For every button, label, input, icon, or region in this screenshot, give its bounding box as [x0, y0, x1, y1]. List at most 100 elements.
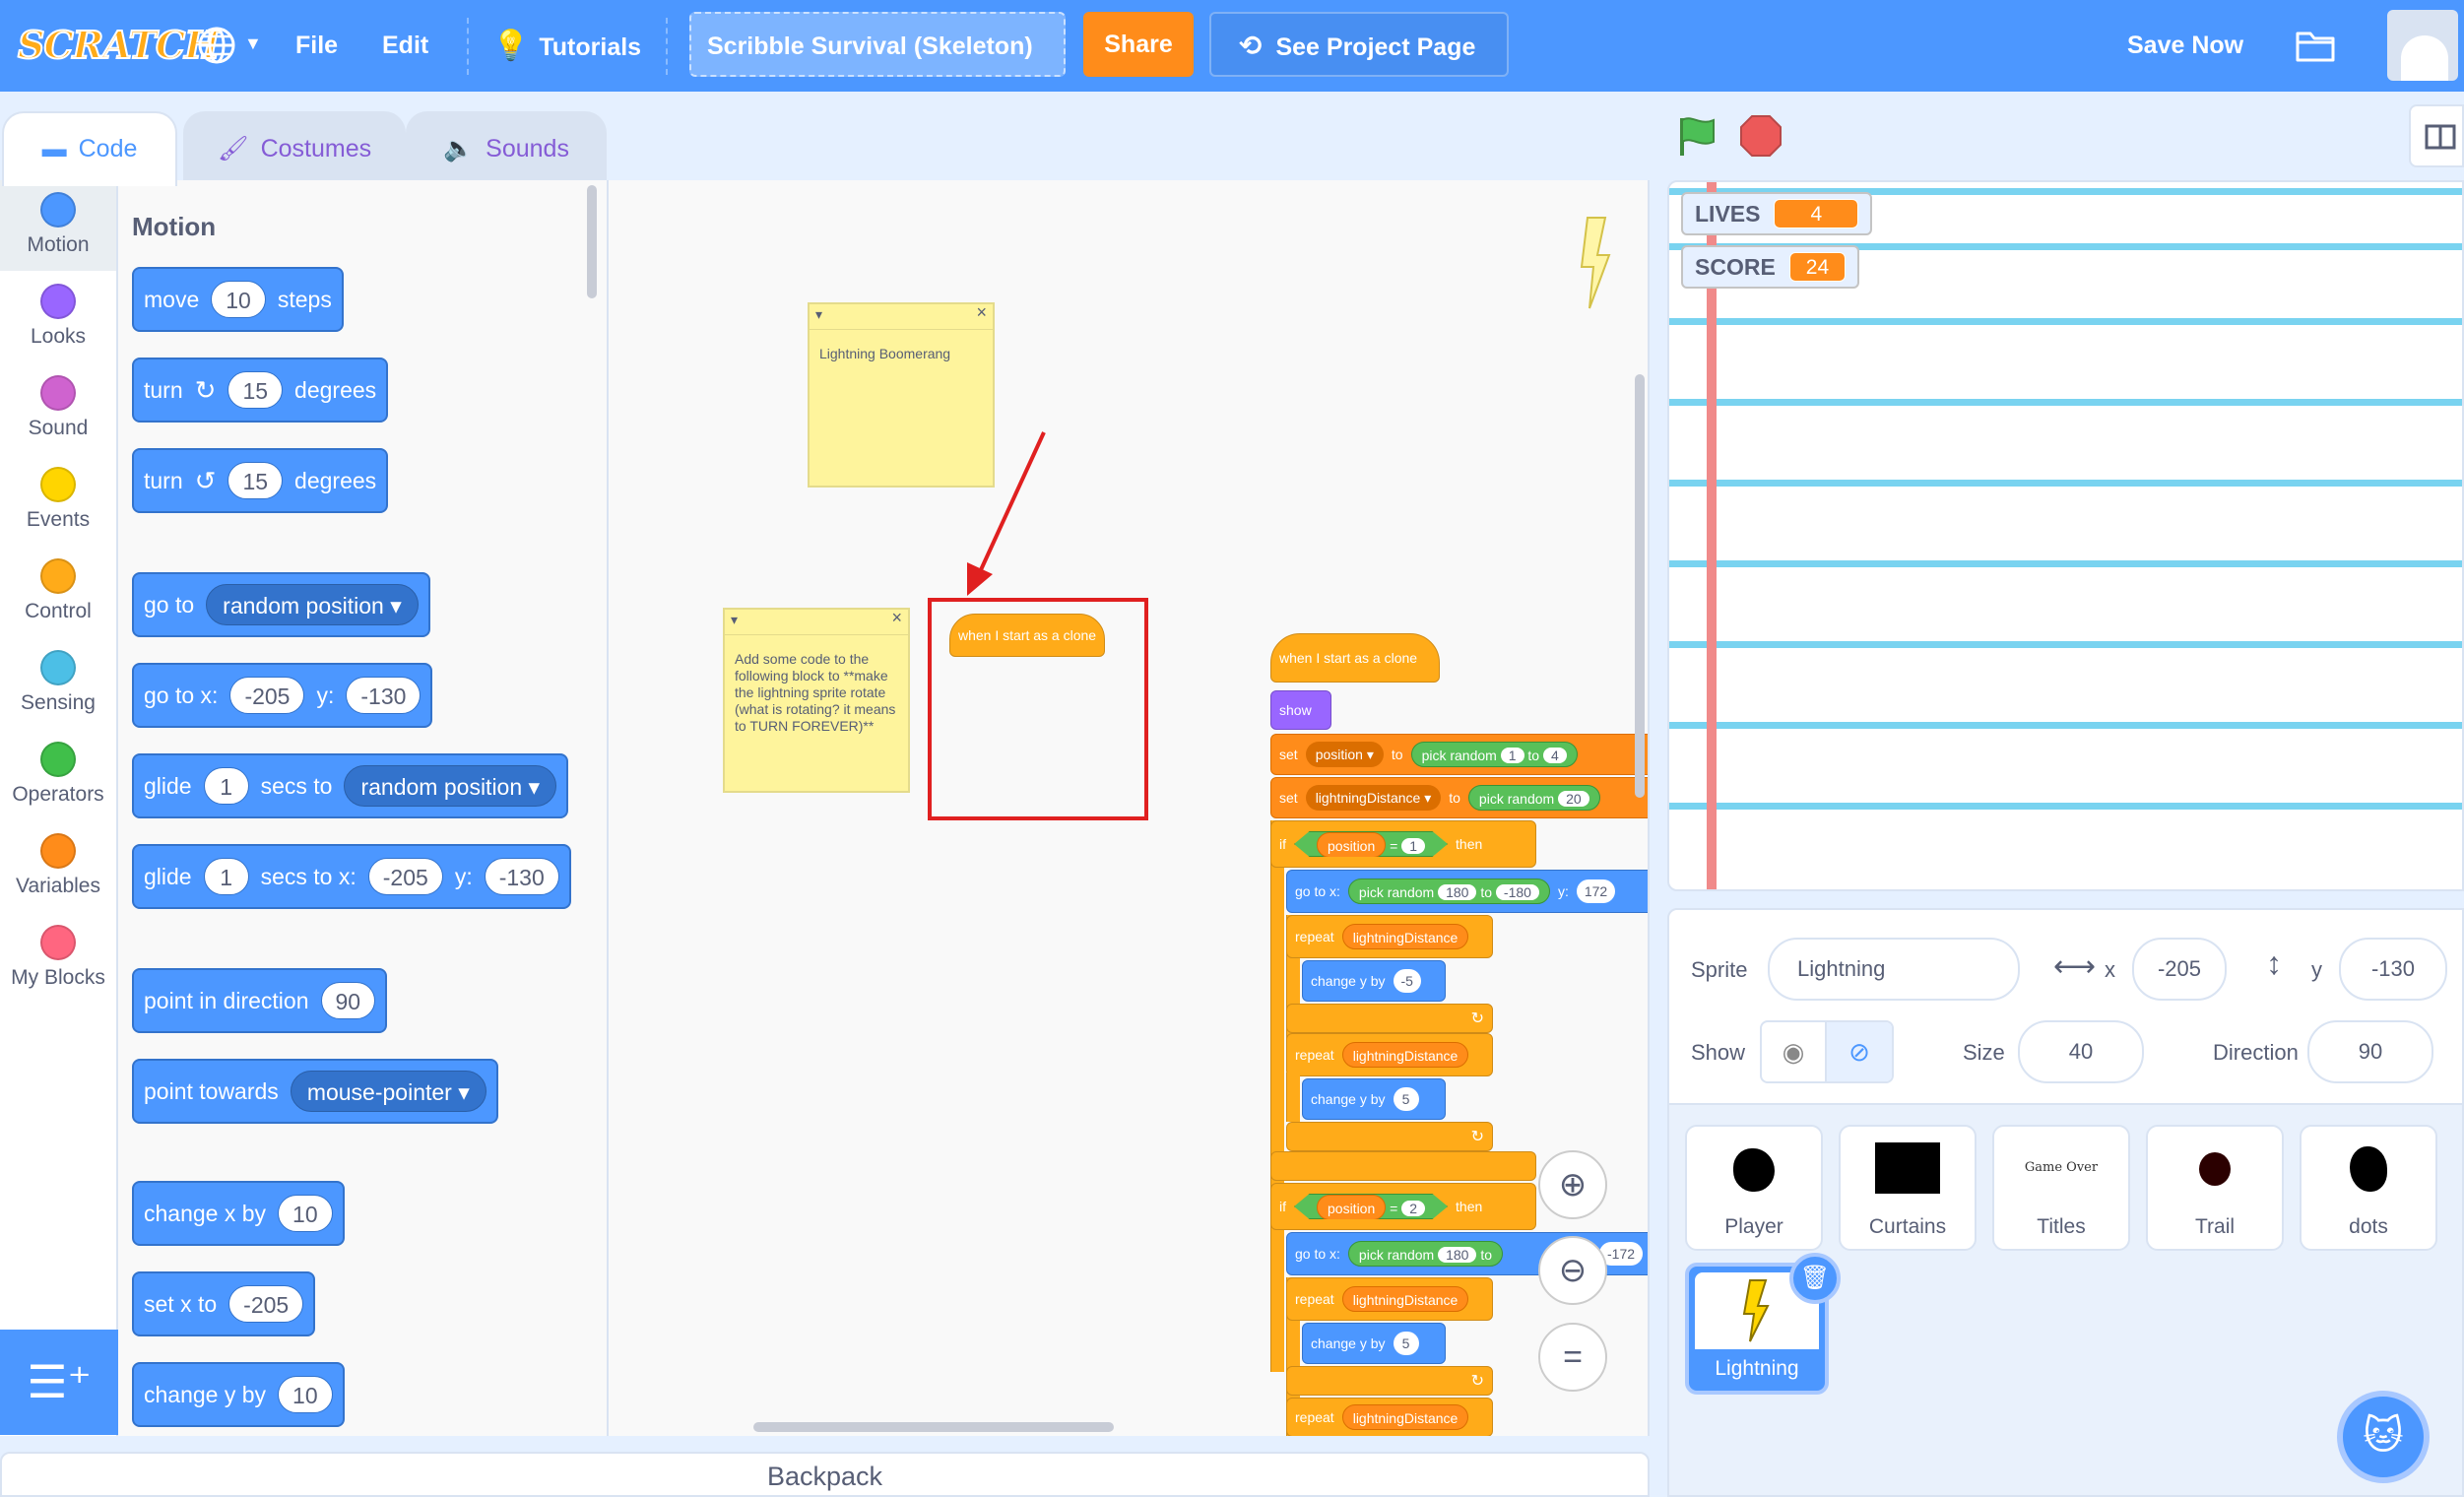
code-workspace[interactable]: ▾ × Lightning Boomerang ▾ × Add some cod… [609, 180, 1650, 1436]
block-input[interactable]: 10 [278, 1376, 333, 1413]
category-control[interactable]: Control [0, 547, 116, 637]
block-input[interactable]: 1 [1401, 838, 1426, 854]
go-to-xy-block[interactable]: go to x: pick random 180 to -180 y: 172 [1286, 870, 1648, 913]
backpack[interactable]: Backpack [0, 1452, 1650, 1497]
category-sound[interactable]: Sound [0, 363, 116, 454]
direction-input[interactable]: 90 [2307, 1020, 2433, 1083]
edit-menu[interactable]: Edit [382, 0, 428, 92]
equals-operator[interactable]: position = 1 [1294, 831, 1449, 857]
stop-button[interactable] [1739, 114, 1783, 158]
file-menu[interactable]: File [295, 0, 338, 92]
block-input[interactable]: 5 [1393, 1332, 1419, 1355]
stage-canvas[interactable]: LIVES 4 SCORE 24 [1667, 180, 2464, 891]
repeat-block[interactable]: repeat lightningDistance [1286, 1277, 1493, 1321]
block-dropdown[interactable]: random position ▾ [206, 584, 419, 625]
sprite-thumb-trail[interactable]: Trail [2146, 1125, 2284, 1251]
category-my-blocks[interactable]: My Blocks [0, 913, 116, 1004]
glide-to-block[interactable]: glide 1 secs to random position ▾ [132, 753, 569, 818]
move-steps-block[interactable]: move 10 steps [132, 267, 344, 332]
tab-code[interactable]: ▬ Code [2, 111, 177, 186]
turn-right-block[interactable]: turn ↻ 15 degrees [132, 358, 389, 423]
block-input[interactable]: -205 [229, 677, 305, 714]
tab-costumes[interactable]: 🖌 Costumes [183, 111, 406, 182]
block-input[interactable]: 180 [1438, 1247, 1477, 1263]
block-dropdown[interactable]: mouse-pointer ▾ [290, 1071, 486, 1112]
distance-reporter[interactable]: lightningDistance [1341, 1286, 1469, 1312]
change-y-block[interactable]: change y by 5 [1302, 1323, 1446, 1364]
close-icon[interactable]: × [891, 609, 902, 626]
close-icon[interactable]: × [976, 303, 987, 321]
sprite-thumb-player[interactable]: Player [1685, 1125, 1823, 1251]
add-sprite-button[interactable]: 🐱 [2337, 1391, 2430, 1483]
avatar[interactable] [2387, 10, 2458, 81]
category-looks[interactable]: Looks [0, 272, 116, 362]
distance-reporter[interactable]: lightningDistance [1341, 1042, 1469, 1068]
stage-size-toggle-button[interactable] [2409, 104, 2464, 167]
comment-bar[interactable] [810, 304, 993, 330]
block-input[interactable]: 180 [1438, 884, 1477, 900]
comment-note[interactable]: ▾ × Add some code to the following block… [723, 608, 910, 793]
see-project-page-button[interactable]: ⟲ See Project Page [1209, 12, 1509, 77]
zoom-in-button[interactable]: ⊕ [1538, 1150, 1607, 1219]
block-input[interactable]: -180 [1495, 884, 1539, 900]
size-input[interactable]: 40 [2018, 1020, 2144, 1083]
set-lightning-distance-block[interactable]: set lightningDistance ▾ to pick random 2… [1270, 777, 1648, 818]
sprite-thumb-curtains[interactable]: Curtains [1839, 1125, 1977, 1251]
sprite-thumb-titles[interactable]: Game Over Titles [1992, 1125, 2130, 1251]
block-input[interactable]: 1 [203, 767, 249, 805]
sprite-name-input[interactable]: Lightning [1768, 938, 2020, 1001]
sprite-thumb-dots[interactable]: dots [2300, 1125, 2437, 1251]
variable-dropdown[interactable]: position ▾ [1305, 742, 1384, 767]
workspace-vertical-scrollbar[interactable] [1635, 374, 1645, 798]
zoom-out-button[interactable]: ⊖ [1538, 1236, 1607, 1305]
my-stuff-folder-icon[interactable] [2295, 26, 2336, 65]
block-dropdown[interactable]: random position ▾ [344, 765, 557, 807]
pick-random-reporter[interactable]: pick random 180 to -180 [1347, 879, 1550, 904]
delete-sprite-button[interactable]: 🗑 [1789, 1253, 1841, 1304]
block-input[interactable]: 10 [211, 281, 266, 318]
show-eye-button[interactable]: ◉ [1762, 1022, 1827, 1081]
zoom-reset-button[interactable]: = [1538, 1323, 1607, 1392]
position-reporter[interactable]: position [1317, 1195, 1387, 1219]
block-input[interactable]: 90 [320, 982, 376, 1019]
add-extension-button[interactable]: ☰⁺ [0, 1330, 118, 1435]
when-i-start-as-clone-hat[interactable]: when I start as a clone [949, 614, 1106, 657]
if-then-block[interactable]: if position = 1 then [1270, 820, 1536, 868]
scratch-logo[interactable]: SCRATCH [17, 19, 221, 72]
green-flag-button[interactable] [1676, 114, 1718, 158]
tab-sounds[interactable]: 🔈 Sounds [406, 111, 607, 182]
block-input[interactable]: 20 [1558, 791, 1589, 807]
hide-eye-button[interactable]: ⊘ [1827, 1022, 1892, 1081]
save-now-button[interactable]: Save Now [2127, 0, 2243, 92]
go-to-block[interactable]: go to random position ▾ [132, 572, 430, 637]
workspace-horizontal-scrollbar[interactable] [753, 1422, 1114, 1432]
equals-operator[interactable]: position = 2 [1294, 1194, 1449, 1219]
share-button[interactable]: Share [1083, 12, 1194, 77]
go-to-xy-block[interactable]: go to x: -205 y: -130 [132, 663, 433, 728]
when-i-start-as-clone-hat[interactable]: when I start as a clone [1270, 633, 1440, 683]
if-then-block[interactable]: if position = 2 then [1270, 1183, 1536, 1230]
set-position-block[interactable]: set position ▾ to pick random 1 to 4 [1270, 734, 1648, 775]
glide-to-xy-block[interactable]: glide 1 secs to x: -205 y: -130 [132, 844, 571, 909]
distance-reporter[interactable]: lightningDistance [1341, 924, 1469, 949]
set-x-block[interactable]: set x to -205 [132, 1271, 316, 1336]
block-input[interactable]: 2 [1401, 1201, 1426, 1216]
change-x-block[interactable]: change x by 10 [132, 1181, 345, 1246]
block-input[interactable]: 1 [203, 858, 249, 895]
turn-left-block[interactable]: turn ↺ 15 degrees [132, 448, 389, 513]
block-input[interactable]: 5 [1393, 1087, 1419, 1111]
palette-scrollbar[interactable] [587, 185, 597, 298]
comment-bar[interactable] [725, 610, 908, 635]
category-motion[interactable]: Motion [0, 180, 116, 271]
change-y-block[interactable]: change y by 10 [132, 1362, 345, 1427]
point-in-direction-block[interactable]: point in direction 90 [132, 968, 388, 1033]
block-input[interactable]: -205 [367, 858, 443, 895]
point-towards-block[interactable]: point towards mouse-pointer ▾ [132, 1059, 498, 1124]
collapse-icon[interactable]: ▾ [815, 306, 822, 323]
block-input[interactable]: 15 [227, 462, 284, 499]
block-input[interactable]: 10 [278, 1195, 333, 1232]
change-y-block[interactable]: change y by 5 [1302, 1078, 1446, 1120]
language-menu[interactable]: ▼ [195, 24, 264, 69]
category-events[interactable]: Events [0, 455, 116, 546]
block-input[interactable]: 1 [1500, 748, 1524, 763]
